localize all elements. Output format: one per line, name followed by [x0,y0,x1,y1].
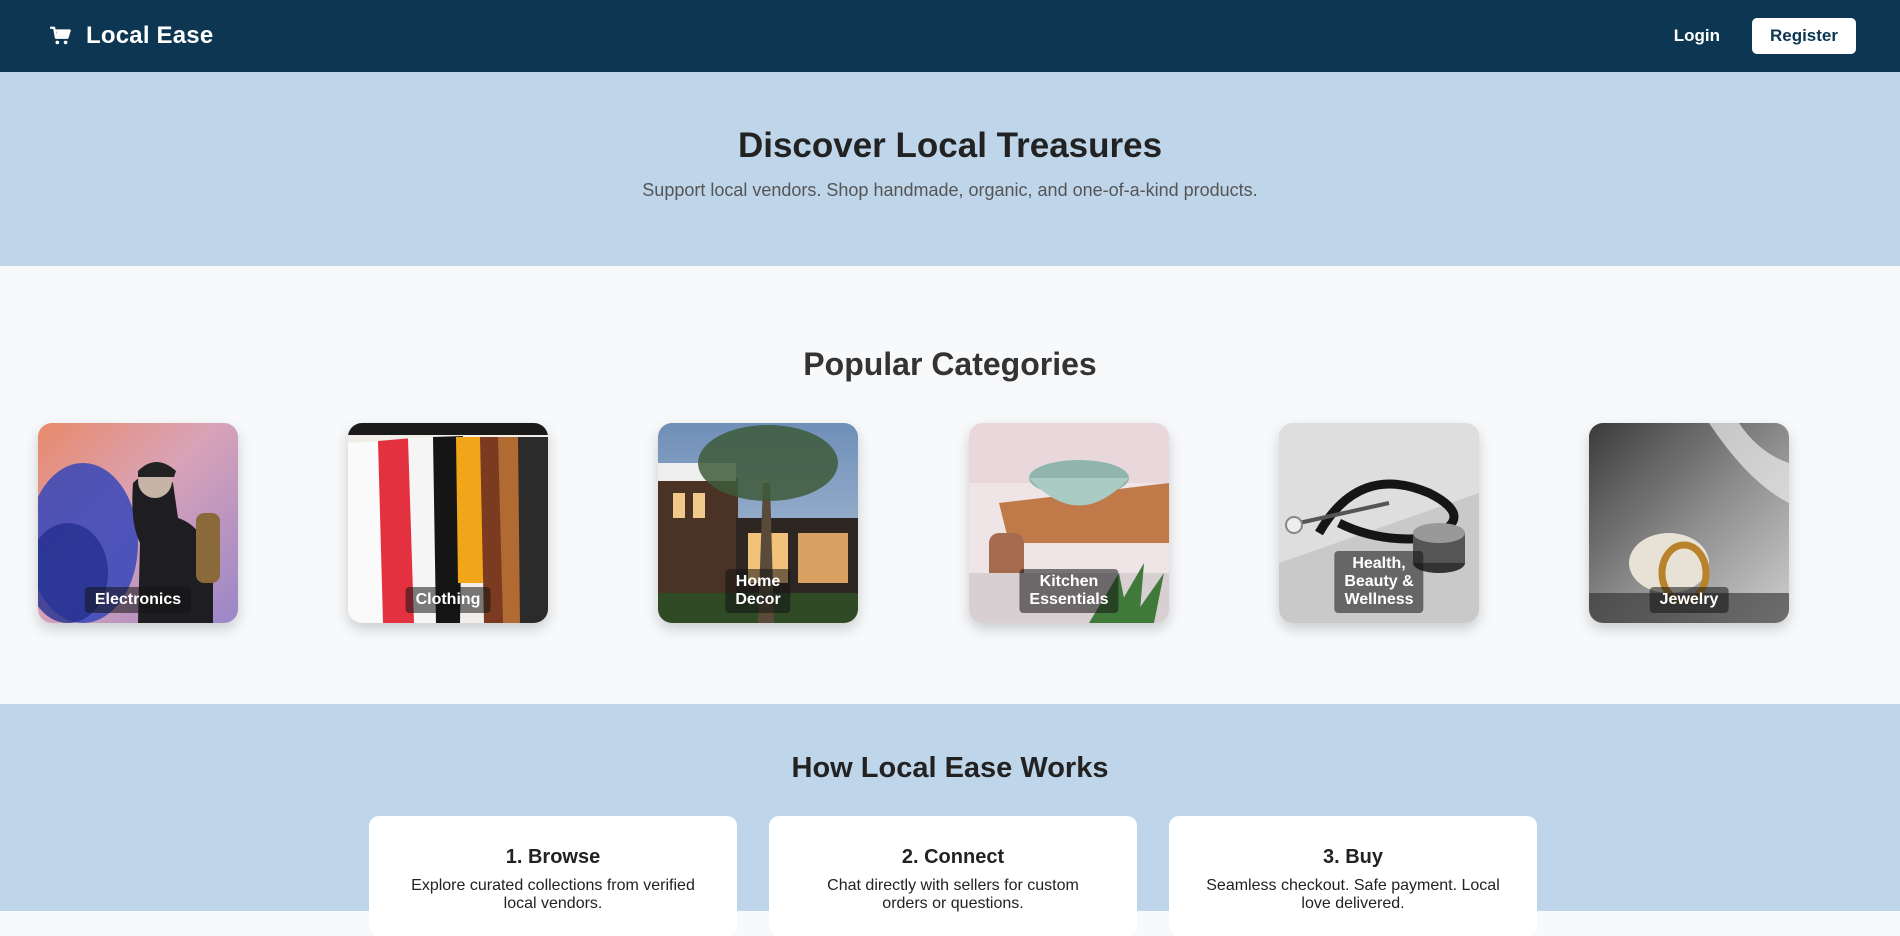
category-label-health-beauty-wellness: Health, Beauty & Wellness [1334,551,1424,613]
step-description: Explore curated collections from verifie… [411,877,695,912]
how-it-works-section: How Local Ease Works 1. Browse Explore c… [0,704,1900,936]
hero-section: Discover Local Treasures Support local v… [0,72,1900,266]
category-card-electronics[interactable]: Electronics [38,423,238,623]
categories-section: Popular Categories Electronics Clothing … [0,266,1900,704]
step-title: 1. Browse [505,846,601,868]
hero-title: Discover Local Treasures [737,126,1163,165]
category-label-clothing: Clothing [405,587,491,613]
brand[interactable]: Local Ease [50,22,213,50]
auth-nav: Login Register [1674,18,1856,54]
hero-subtitle: Support local vendors. Shop handmade, or… [642,180,1258,200]
step-card-buy: 3. Buy Seamless checkout. Safe payment. … [1169,816,1537,936]
category-label-electronics: Electronics [84,587,192,613]
category-card-health-beauty-wellness[interactable]: Health, Beauty & Wellness [1279,423,1479,623]
step-card-connect: 2. Connect Chat directly with sellers fo… [769,816,1137,936]
category-label-home-decor: Home Decor [725,569,791,613]
step-title: 2. Connect [901,846,1005,868]
categories-title: Popular Categories [803,346,1097,382]
category-label-kitchen-essentials: Kitchen Essentials [1019,569,1119,613]
brand-name: Local Ease [86,22,214,49]
category-card-clothing[interactable]: Clothing [348,423,548,623]
top-navbar: Local Ease Login Register [0,0,1900,72]
step-title: 3. Buy [1322,846,1384,868]
login-link[interactable]: Login [1674,26,1720,46]
step-description: Seamless checkout. Safe payment. Local l… [1206,877,1500,912]
shopping-cart-icon [50,26,71,45]
step-description: Chat directly with sellers for custom or… [827,877,1079,912]
category-label-jewelry: Jewelry [1649,587,1729,613]
step-card-browse: 1. Browse Explore curated collections fr… [369,816,737,936]
register-button[interactable]: Register [1751,18,1856,54]
category-card-home-decor[interactable]: Home Decor [658,423,858,623]
category-card-kitchen-essentials[interactable]: Kitchen Essentials [969,423,1169,623]
how-it-works-title: How Local Ease Works [791,752,1109,784]
category-card-jewelry[interactable]: Jewelry [1589,423,1789,623]
